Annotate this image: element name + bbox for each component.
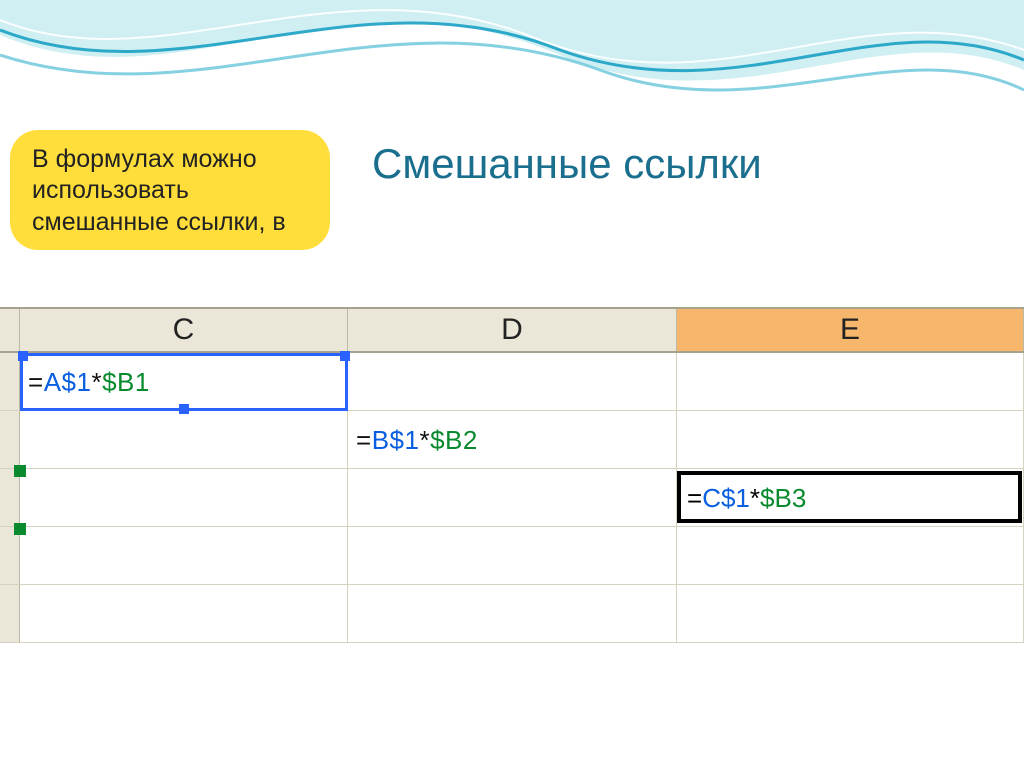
star: * (419, 425, 430, 455)
table-row (0, 585, 1024, 643)
row-stub (0, 527, 20, 584)
cell-e4[interactable] (677, 527, 1024, 584)
cell-e1[interactable] (677, 353, 1024, 410)
formula-d2: =B$1*$B2 (356, 425, 478, 456)
callout-box: В формулах можно использовать смешанные … (10, 130, 330, 250)
eq-sign: = (28, 367, 44, 397)
column-header-d[interactable]: D (348, 309, 677, 351)
selection-handle[interactable] (18, 351, 28, 361)
eq-sign: = (687, 483, 702, 513)
row-stub (0, 585, 20, 642)
star: * (91, 367, 102, 397)
selection-handle[interactable] (340, 351, 350, 361)
ref-b: $B2 (430, 425, 478, 455)
callout-text: В формулах можно использовать смешанные … (32, 145, 286, 236)
header-stub (0, 309, 20, 351)
eq-sign: = (356, 425, 372, 455)
slide: В формулах можно использовать смешанные … (0, 0, 1024, 767)
cell-d5[interactable] (348, 585, 677, 642)
column-header-c[interactable]: C (20, 309, 348, 351)
editing-cell-outline: =C$1*$B3 (677, 471, 1022, 523)
ref-a: A$1 (44, 367, 92, 397)
cell-c2[interactable] (20, 411, 348, 468)
column-header-e[interactable]: E (677, 309, 1024, 351)
formula-c1: =A$1*$B1 (28, 367, 150, 398)
formula-e3: =C$1*$B3 (687, 483, 806, 514)
slide-title: Смешанные ссылки (372, 140, 762, 188)
fill-handle[interactable] (179, 404, 189, 414)
cell-d1[interactable] (348, 353, 677, 410)
table-row (0, 411, 1024, 469)
ref-a: B$1 (372, 425, 420, 455)
ref-a: C$1 (702, 483, 750, 513)
row-stub (0, 469, 20, 526)
grid-rows: =A$1*$B1 =B$1*$B2 =C$1*$B3 (0, 353, 1024, 643)
range-handle[interactable] (14, 465, 26, 477)
cell-d4[interactable] (348, 527, 677, 584)
ref-b: $B1 (102, 367, 150, 397)
cell-c3[interactable] (20, 469, 348, 526)
star: * (750, 483, 760, 513)
spreadsheet: C D E (0, 307, 1024, 643)
column-headers: C D E (0, 307, 1024, 353)
wave-decoration (0, 0, 1024, 140)
row-stub (0, 411, 20, 468)
cell-c4[interactable] (20, 527, 348, 584)
cell-e2[interactable] (677, 411, 1024, 468)
ref-b: $B3 (760, 483, 806, 513)
table-row (0, 527, 1024, 585)
row-stub (0, 353, 20, 410)
range-handle[interactable] (14, 523, 26, 535)
cell-c5[interactable] (20, 585, 348, 642)
cell-d3[interactable] (348, 469, 677, 526)
cell-e5[interactable] (677, 585, 1024, 642)
